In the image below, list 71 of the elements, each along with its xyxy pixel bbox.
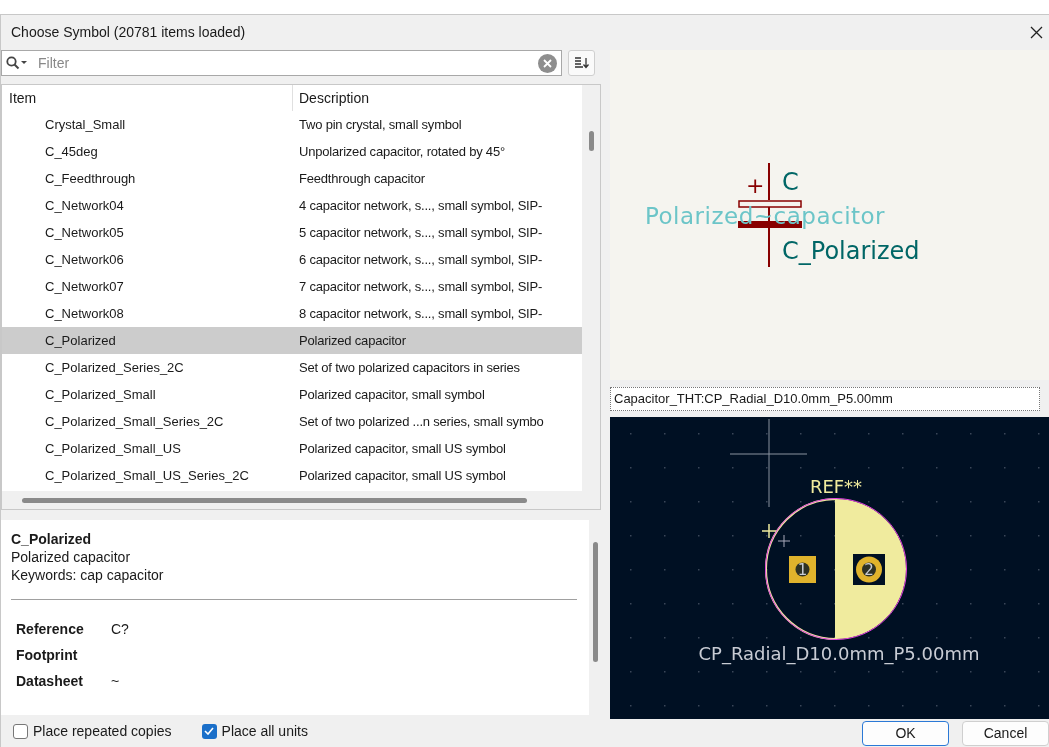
item-description: Set of two polarized capacitors in series [298, 358, 520, 377]
item-name: C_Network08 [44, 304, 125, 323]
field-label: Reference [16, 619, 85, 639]
list-row[interactable]: C_Network04 4 capacitor network, s..., small symbol, SIP- [2, 192, 582, 219]
item-description: Polarized capacitor [298, 331, 406, 350]
clear-icon[interactable] [538, 53, 557, 73]
checkmark-icon [204, 727, 215, 735]
item-description: 5 capacitor network, s..., small symbol, SIP- [298, 223, 543, 242]
item-description: Polarized capacitor, small US symbol [298, 466, 506, 485]
list-row[interactable]: Crystal_Small Two pin crystal, small symbol [2, 111, 582, 138]
list-row[interactable]: C_Network05 5 capacitor network, s..., small symbol, SIP- [2, 219, 582, 246]
symbol-keywords: Keywords: cap capacitor [11, 566, 165, 584]
field-label: Datasheet [16, 671, 84, 691]
item-description: Two pin crystal, small symbol [298, 115, 462, 134]
column-header[interactable]: Item [2, 85, 293, 111]
scrollbar-thumb[interactable] [22, 497, 527, 503]
item-name: C_Feedthrough [44, 169, 137, 188]
item-name: C_Polarized_Small_US_Series_2C [44, 466, 250, 485]
item-description: Polarized capacitor, small symbol [298, 385, 485, 404]
item-name: C_45deg [44, 142, 99, 161]
list-row[interactable]: C_Network06 6 capacitor network, s..., small symbol, SIP- [2, 246, 582, 273]
item-description: 7 capacitor network, s..., small symbol, SIP- [298, 277, 543, 296]
footprint-drawing: 1 2 REF** CP_Radial_D10.0mm_P5.00mm [610, 417, 1049, 719]
scrollbar-thumb[interactable] [592, 542, 598, 662]
list-row[interactable]: C_Network07 7 capacitor network, s..., small symbol, SIP- [2, 273, 582, 300]
item-description: Polarized capacitor, small US symbol [298, 439, 506, 458]
list-row[interactable]: C_Polarized_Small_Series_2C Set of two polarized ...n series, small symbo [2, 408, 582, 435]
sort-icon [574, 56, 589, 70]
item-name: C_Network07 [44, 277, 125, 296]
item-name: C_Network04 [44, 196, 125, 215]
item-name: C_Network06 [44, 250, 125, 269]
checkbox[interactable] [201, 723, 217, 739]
item-name: C_Network05 [44, 223, 125, 242]
checkbox-label[interactable]: Place all units [221, 720, 308, 742]
item-name: Crystal_Small [44, 115, 127, 134]
item-description: Feedthrough capacitor [298, 169, 425, 188]
item-name: C_Polarized_Small_Series_2C [44, 412, 225, 431]
checkbox-label[interactable]: Place repeated copies [33, 720, 172, 742]
checkbox[interactable] [13, 723, 28, 739]
filter-field[interactable]: Filter [1, 50, 562, 76]
field-label: Footprint [16, 645, 79, 665]
scrollbar-thumb[interactable] [588, 131, 594, 151]
item-description: 4 capacitor network, s..., small symbol, SIP- [298, 196, 543, 215]
symbol-description: Polarized capacitor [11, 548, 132, 566]
dialog-button[interactable]: Cancel [962, 720, 1049, 746]
item-description: 6 capacitor network, s..., small symbol, SIP- [298, 250, 543, 269]
item-name: C_Polarized_Small_US [44, 439, 182, 458]
close-icon[interactable] [1030, 26, 1043, 39]
list-row[interactable]: C_Polarized_Small Polarized capacitor, small symbol [2, 381, 582, 408]
column-header[interactable]: Description [293, 85, 582, 111]
list-row[interactable]: C_Polarized_Series_2C Set of two polarized capacitors in series [2, 354, 582, 381]
item-name: C_Polarized_Series_2C [44, 358, 185, 377]
item-description: Set of two polarized ...n series, small symbo [298, 412, 544, 431]
list-row[interactable]: C_Polarized Polarized capacitor [2, 327, 582, 354]
item-name: C_Polarized_Small [44, 385, 157, 404]
sort-button[interactable] [568, 50, 595, 76]
item-name: C_Polarized [44, 331, 117, 350]
list-row[interactable]: C_Polarized_Small_US_Series_2C Polarized capacitor, small US symbol [2, 462, 582, 489]
search-icon[interactable] [6, 56, 28, 70]
list-row[interactable]: C_Polarized_Small_US Polarized capacitor, small US symbol [2, 435, 582, 462]
list-row[interactable]: C_Feedthrough Feedthrough capacitor [2, 165, 582, 192]
field-value: C? [111, 619, 129, 639]
list-row[interactable]: C_Network08 8 capacitor network, s..., small symbol, SIP- [2, 300, 582, 327]
item-description: Unpolarized capacitor, rotated by 45° [298, 142, 505, 161]
item-description: 8 capacitor network, s..., small symbol, SIP- [298, 304, 543, 323]
symbol-name: C_Polarized [11, 530, 93, 548]
list-row[interactable]: C_45deg Unpolarized capacitor, rotated by 45° [2, 138, 582, 165]
footprint-dropdown[interactable]: Capacitor_THT:CP_Radial_D10.0mm_P5.00mm [610, 386, 1040, 411]
dialog-button[interactable]: OK [862, 720, 949, 746]
window-title: Choose Symbol (20781 items loaded) [11, 23, 246, 42]
field-value: ~ [111, 671, 120, 691]
